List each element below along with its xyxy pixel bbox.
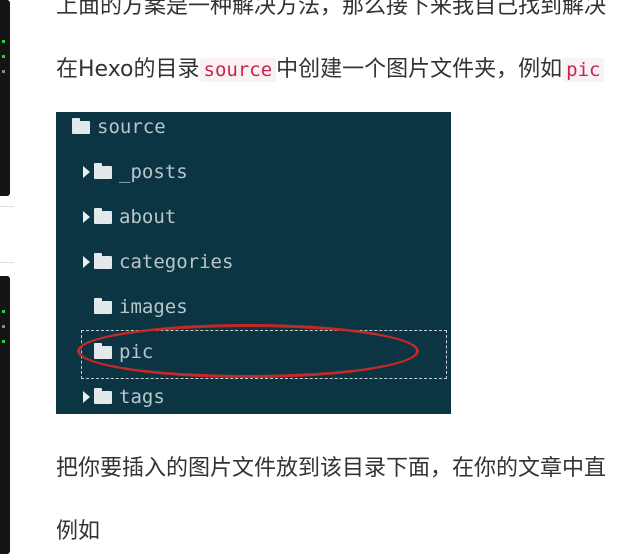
tree-item-label: tags [119,386,165,408]
strip-divider [0,206,14,207]
article-paragraph: 在Hexo的目录 source 中创建一个图片文件夹，例如 pic [56,55,605,85]
tree-item-label: source [97,116,166,138]
tree-item-categories: categories [83,247,233,277]
caret-right-icon [83,256,90,268]
article-paragraph: 把你要插入的图片文件放到该目录下面，在你的文章中直 [56,456,607,481]
folder-icon [94,297,112,314]
article-paragraph: 例如 [56,519,101,544]
tree-item-label: images [119,296,188,318]
tree-item-about: about [83,202,176,232]
terminal-text-mark [2,340,5,343]
paragraph-text: 中创建一个图片文件夹，例如 [276,57,563,82]
tree-item-posts: _posts [83,157,188,187]
tree-root: source [72,112,166,142]
terminal-text-mark [2,55,5,58]
highlight-circle [77,324,419,378]
terminal-text-mark [2,325,5,328]
terminal-text-mark [2,310,5,313]
folder-icon [94,387,112,404]
tree-item-label: _posts [119,161,188,183]
file-tree-image: source _posts about categories images pi… [56,112,451,414]
tree-item-label: categories [119,251,234,273]
tree-item-label: about [119,206,177,228]
caret-right-icon [83,211,90,223]
paragraph-text: 在Hexo的目录 [56,57,200,82]
terminal-text-mark [2,70,5,73]
tree-item-images: images [83,292,188,322]
caret-right-icon [83,166,90,178]
folder-icon [94,207,112,224]
terminal-text-mark [2,40,5,43]
folder-icon [94,162,112,179]
adjacent-window-top [0,0,10,196]
article-paragraph: 上面的方案是一种解决方法，那么接下来我自己找到解决 [56,0,607,19]
caret-right-icon [83,391,90,403]
folder-icon [72,117,90,134]
tree-item-tags: tags [83,382,165,412]
inline-code-source: source [199,58,277,82]
adjacent-window-strip [0,0,14,554]
adjacent-window-bottom [0,276,10,554]
folder-icon [94,252,112,269]
inline-code-pic: pic [562,58,605,82]
strip-divider [0,262,14,263]
